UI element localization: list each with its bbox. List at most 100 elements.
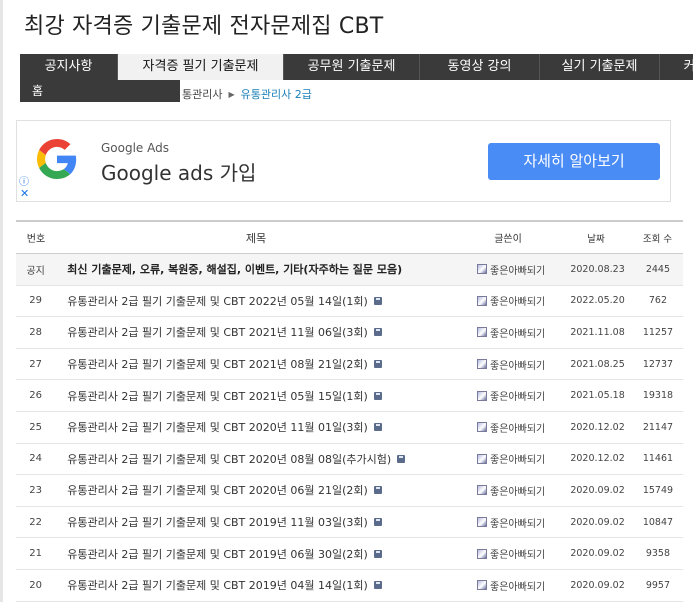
row-date: 2022.05.20 (570, 295, 625, 307)
row-title-text[interactable]: 유통관리사 2급 필기 기출문제 및 CBT 2020년 08월 08일(추가시… (67, 451, 391, 467)
author-name: 좋은아빠되기 (490, 392, 546, 404)
row-title-text[interactable]: 유통관리사 2급 필기 기출문제 및 CBT 2022년 05월 14일(1회) (67, 293, 368, 309)
row-num: 21 (29, 548, 42, 560)
row-author[interactable]: 좋은아빠되기 (460, 546, 562, 561)
attachment-icon (373, 296, 382, 305)
row-title-text[interactable]: 유통관리사 2급 필기 기출문제 및 CBT 2021년 08월 21일(2회) (67, 356, 368, 372)
row-author[interactable]: 좋은아빠되기 (460, 388, 562, 403)
row-title-link[interactable]: 유통관리사 2급 필기 기출문제 및 CBT 2021년 11월 06일(3회) (55, 324, 460, 340)
row-author[interactable]: 좋은아빠되기 (460, 420, 562, 435)
table-row[interactable]: 24 유통관리사 2급 필기 기출문제 및 CBT 2020년 08월 08일(… (16, 444, 683, 476)
table-row[interactable]: 25 유통관리사 2급 필기 기출문제 및 CBT 2020년 11월 01일(… (16, 412, 683, 444)
nav-item-video-lectures[interactable]: 동영상 강의 (420, 54, 540, 80)
row-num: 28 (29, 326, 42, 338)
author-name: 좋은아빠되기 (490, 265, 546, 277)
user-icon (477, 580, 488, 591)
header-num[interactable]: 번호 (16, 230, 56, 245)
google-ad-banner[interactable]: Google Ads Google ads 가입 자세히 알아보기 ⓘ ✕ (16, 120, 671, 202)
row-author[interactable]: 좋은아빠되기 (460, 293, 562, 308)
attachment-icon (373, 391, 382, 400)
row-date: 2021.11.08 (570, 326, 625, 338)
author-name: 좋은아빠되기 (490, 581, 546, 593)
row-num: 27 (29, 358, 42, 370)
row-title-link[interactable]: 유통관리사 2급 필기 기출문제 및 CBT 2020년 08월 08일(추가시… (55, 451, 460, 467)
row-author[interactable]: 좋은아빠되기 (460, 451, 562, 466)
table-row[interactable]: 29 유통관리사 2급 필기 기출문제 및 CBT 2022년 05월 14일(… (16, 286, 683, 318)
nav-item-written-exam[interactable]: 자격증 필기 기출문제 (118, 54, 284, 80)
table-row[interactable]: 22 유통관리사 2급 필기 기출문제 및 CBT 2019년 11월 03일(… (16, 507, 683, 539)
author-name: 좋은아빠되기 (490, 518, 546, 530)
row-title-text[interactable]: 유통관리사 2급 필기 기출문제 및 CBT 2020년 06월 21일(2회) (67, 482, 368, 498)
row-date: 2020.12.02 (570, 453, 625, 465)
row-views: 12737 (642, 358, 674, 370)
attachment-icon (373, 549, 382, 558)
row-views: 9957 (645, 579, 671, 591)
user-icon (477, 295, 488, 306)
row-date: 2020.09.02 (570, 484, 625, 496)
row-author[interactable]: 좋은아빠되기 (460, 483, 562, 498)
breadcrumb-parent[interactable]: 통관리사 (182, 86, 222, 102)
row-author[interactable]: 좋은아빠되기 (460, 262, 562, 277)
author-name: 좋은아빠되기 (490, 297, 546, 309)
table-row[interactable]: 26 유통관리사 2급 필기 기출문제 및 CBT 2021년 05월 15일(… (16, 380, 683, 412)
attachment-icon (397, 454, 406, 463)
row-title-link[interactable]: 유통관리사 2급 필기 기출문제 및 CBT 2020년 06월 21일(2회) (55, 482, 460, 498)
page-left-border (0, 0, 3, 602)
ad-learn-more-button[interactable]: 자세히 알아보기 (488, 143, 660, 180)
ad-close-icon[interactable]: ✕ (20, 187, 29, 200)
row-title-link[interactable]: 유통관리사 2급 필기 기출문제 및 CBT 2021년 08월 21일(2회) (55, 356, 460, 372)
breadcrumb-current[interactable]: 유통관리사 2급 (241, 86, 312, 102)
header-title[interactable]: 제목 (56, 230, 456, 246)
attachment-icon (373, 486, 382, 495)
row-views: 19318 (642, 390, 674, 402)
row-title-link[interactable]: 유통관리사 2급 필기 기출문제 및 CBT 2019년 06월 30일(2회) (55, 546, 460, 562)
row-title-link[interactable]: 유통관리사 2급 필기 기출문제 및 CBT 2019년 04월 14일(1회) (55, 577, 460, 593)
row-num: 24 (29, 453, 42, 465)
row-date: 2020.09.02 (570, 516, 625, 528)
author-name: 좋은아빠되기 (490, 328, 546, 340)
table-row[interactable]: 20 유통관리사 2급 필기 기출문제 및 CBT 2019년 04월 14일(… (16, 570, 683, 602)
nav-item-more[interactable]: 커 (660, 54, 693, 80)
header-author[interactable]: 글쓴이 (456, 230, 560, 245)
row-title-text[interactable]: 유통관리사 2급 필기 기출문제 및 CBT 2019년 04월 14일(1회) (67, 577, 368, 593)
row-title-text[interactable]: 유통관리사 2급 필기 기출문제 및 CBT 2021년 05월 15일(1회) (67, 388, 368, 404)
site-title[interactable]: 최강 자격증 기출문제 전자문제집 CBT (24, 8, 383, 40)
header-views[interactable]: 조회 수 (632, 231, 683, 245)
row-title-text[interactable]: 유통관리사 2급 필기 기출문제 및 CBT 2019년 06월 30일(2회) (67, 546, 368, 562)
row-title-link[interactable]: 유통관리사 2급 필기 기출문제 및 CBT 2019년 11월 03일(3회) (55, 514, 460, 530)
author-name: 좋은아빠되기 (490, 455, 546, 467)
ad-headline: Google ads 가입 (101, 161, 257, 185)
notice-row[interactable]: 공지 최신 기출문제, 오류, 복원중, 해설집, 이벤트, 기타(자주하는 질… (16, 254, 683, 286)
attachment-icon (373, 328, 382, 337)
row-title-link[interactable]: 유통관리사 2급 필기 기출문제 및 CBT 2020년 11월 01일(3회) (55, 419, 460, 435)
row-title-text[interactable]: 유통관리사 2급 필기 기출문제 및 CBT 2020년 11월 01일(3회) (67, 419, 368, 435)
row-num: 25 (29, 421, 42, 433)
row-title-text[interactable]: 유통관리사 2급 필기 기출문제 및 CBT 2021년 11월 06일(3회) (67, 324, 368, 340)
nav-item-civil-service[interactable]: 공무원 기출문제 (284, 54, 420, 80)
row-views: 10847 (642, 516, 674, 528)
user-icon (477, 327, 488, 338)
row-num: 공지 (26, 265, 45, 277)
nav-item-notice[interactable]: 공지사항 (20, 54, 118, 80)
header-date[interactable]: 날짜 (560, 231, 632, 245)
row-title-link[interactable]: 최신 기출문제, 오류, 복원중, 해설집, 이벤트, 기타(자주하는 질문 모… (55, 261, 460, 277)
ad-info-icon[interactable]: ⓘ (19, 173, 29, 188)
table-row[interactable]: 27 유통관리사 2급 필기 기출문제 및 CBT 2021년 08월 21일(… (16, 349, 683, 381)
row-title-text[interactable]: 유통관리사 2급 필기 기출문제 및 CBT 2019년 11월 03일(3회) (67, 514, 368, 530)
post-list-table: 번호 제목 글쓴이 날짜 조회 수 공지 최신 기출문제, 오류, 복원중, 해… (16, 220, 683, 602)
row-author[interactable]: 좋은아빠되기 (460, 357, 562, 372)
row-author[interactable]: 좋은아빠되기 (460, 578, 562, 593)
table-row[interactable]: 23 유통관리사 2급 필기 기출문제 및 CBT 2020년 06월 21일(… (16, 475, 683, 507)
table-row[interactable]: 28 유통관리사 2급 필기 기출문제 및 CBT 2021년 11월 06일(… (16, 317, 683, 349)
user-icon (477, 548, 488, 559)
user-icon (477, 517, 488, 528)
nav-item-practical-exam[interactable]: 실기 기출문제 (540, 54, 660, 80)
submenu-home[interactable]: 홈 (20, 80, 180, 102)
row-title-link[interactable]: 유통관리사 2급 필기 기출문제 및 CBT 2021년 05월 15일(1회) (55, 388, 460, 404)
row-author[interactable]: 좋은아빠되기 (460, 325, 562, 340)
row-title-link[interactable]: 유통관리사 2급 필기 기출문제 및 CBT 2022년 05월 14일(1회) (55, 293, 460, 309)
table-row[interactable]: 21 유통관리사 2급 필기 기출문제 및 CBT 2019년 06월 30일(… (16, 538, 683, 570)
row-author[interactable]: 좋은아빠되기 (460, 515, 562, 530)
main-nav: 공지사항 자격증 필기 기출문제 공무원 기출문제 동영상 강의 실기 기출문제… (20, 54, 693, 80)
attachment-icon (373, 360, 382, 369)
